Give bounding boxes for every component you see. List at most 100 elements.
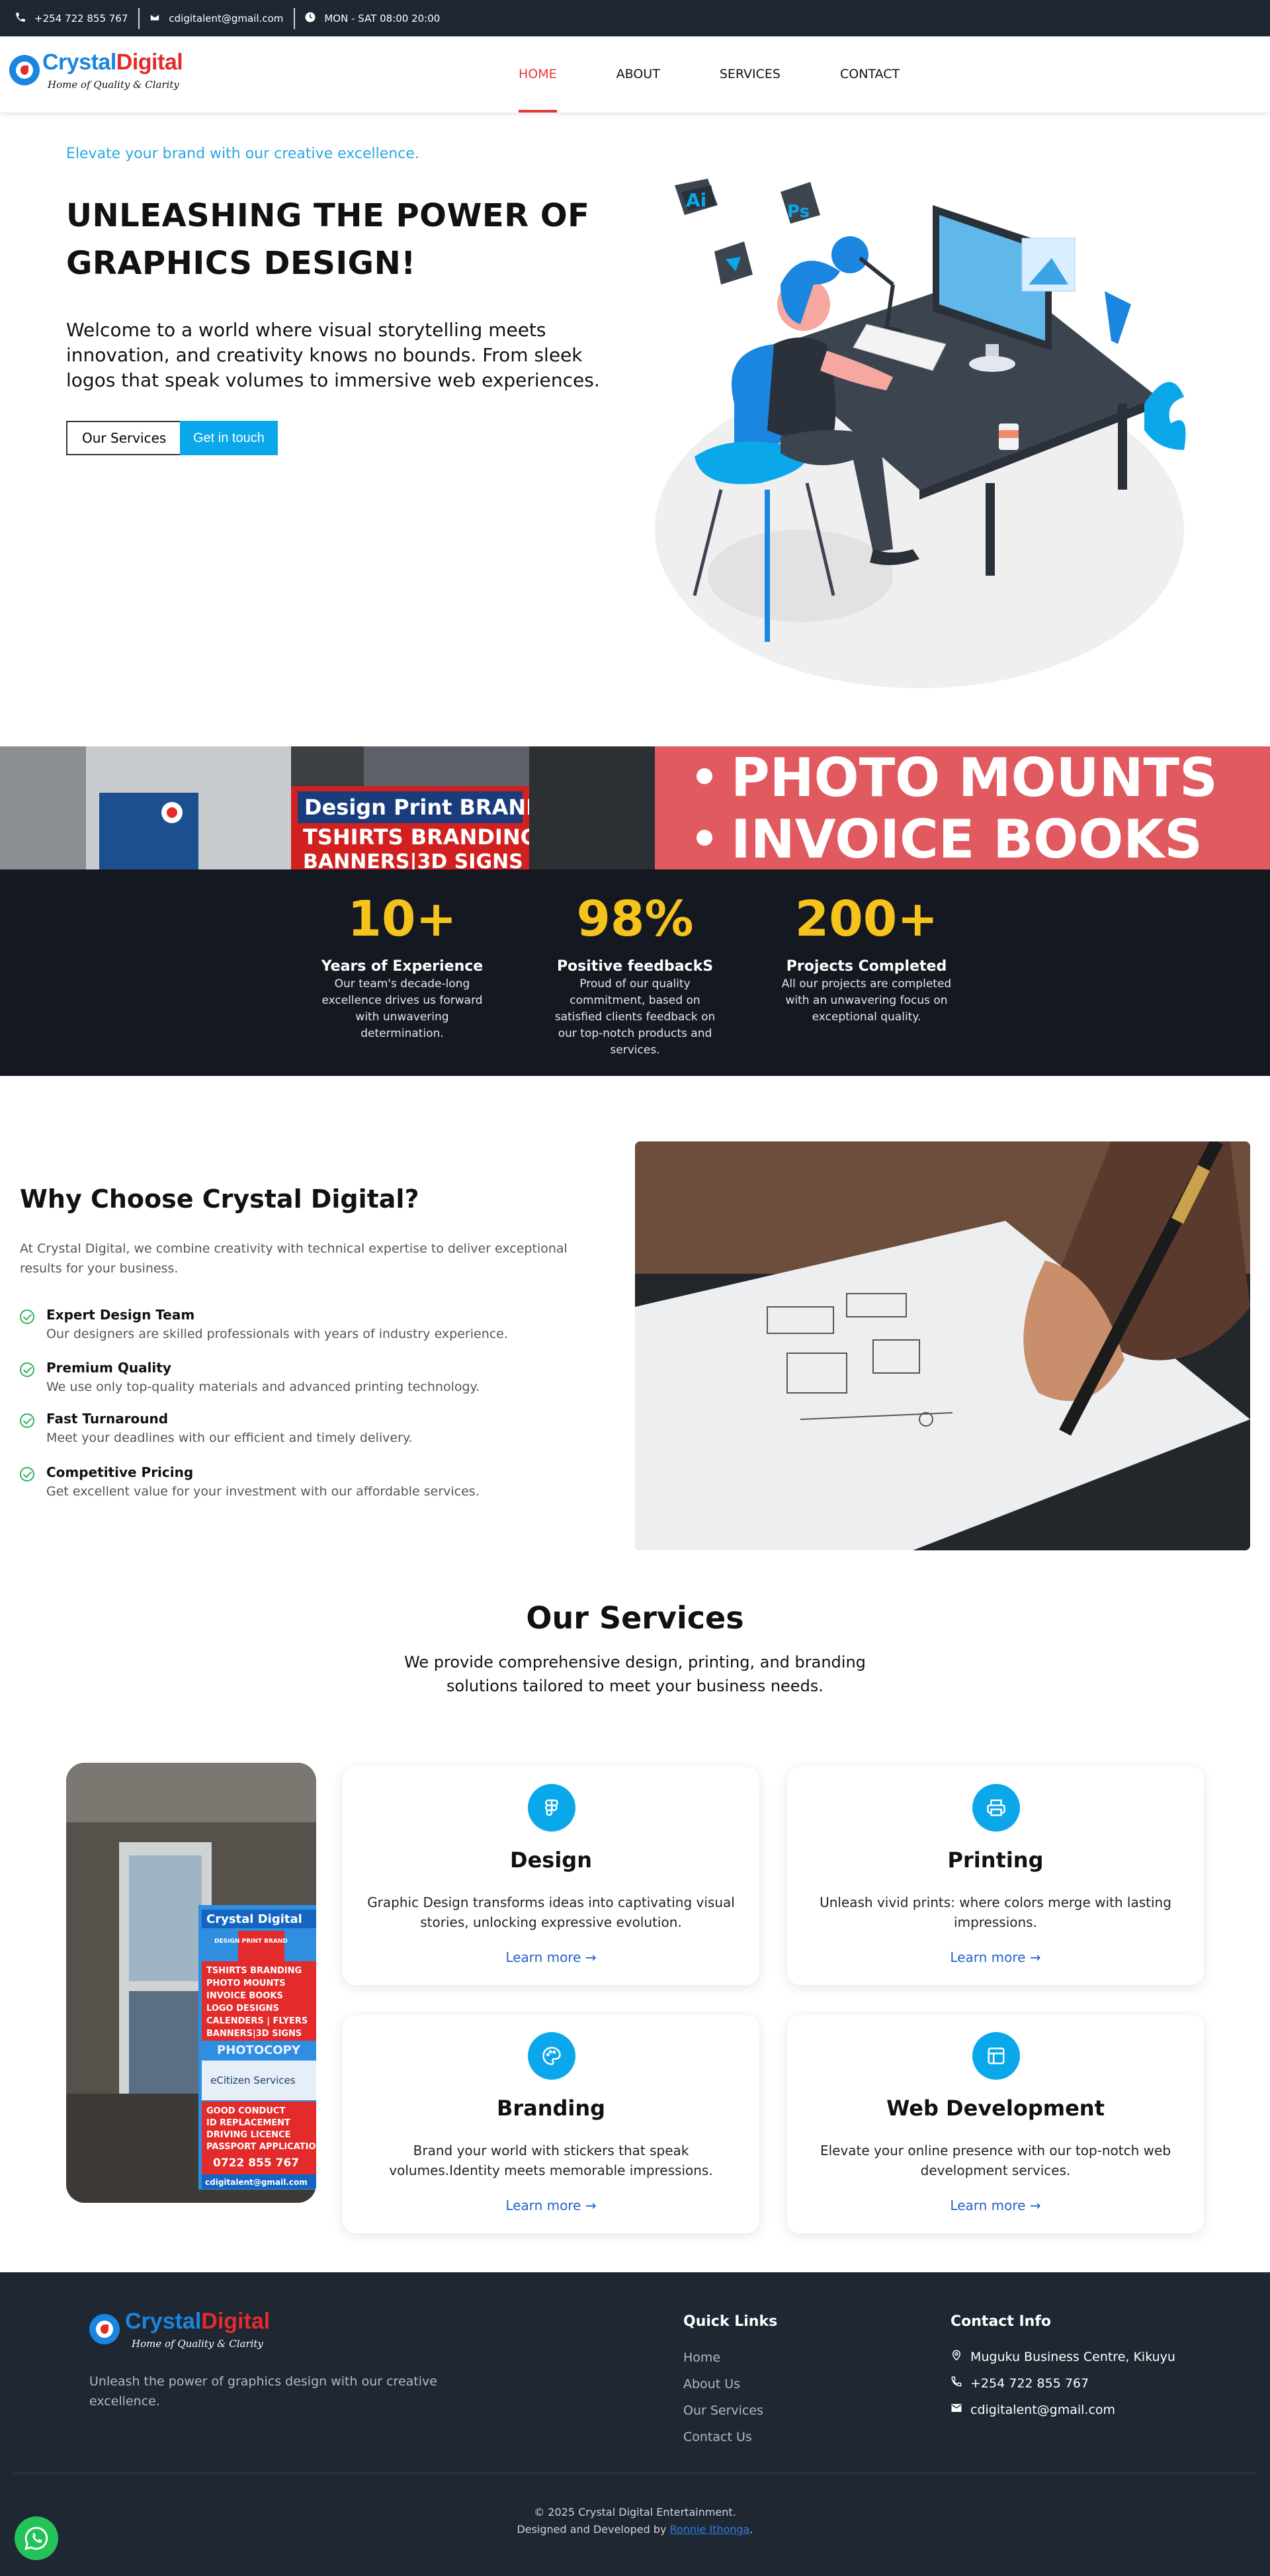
topbar-phone-text: +254 722 855 767: [34, 12, 128, 24]
svg-text:PHOTO MOUNTS: PHOTO MOUNTS: [206, 1978, 286, 1988]
service-card-branding: Branding Brand your world with stickers …: [343, 2015, 759, 2233]
phone-icon: [15, 11, 26, 26]
footer-copyright: © 2025 Crystal Digital Entertainment. De…: [0, 2504, 1270, 2538]
why-title: Why Choose Crystal Digital?: [20, 1184, 419, 1214]
svg-text:Ps: Ps: [787, 202, 810, 222]
why-item-desc: Get excellent value for your investment …: [46, 1484, 480, 1499]
diamond-cube-icon: [714, 242, 753, 285]
shopfront-banner-photo: Design Print BRAND TSHIRTS BRANDING BANN…: [0, 746, 1270, 869]
svg-text:CALENDERS | FLYERS: CALENDERS | FLYERS: [206, 2016, 308, 2026]
logo-mark-icon: [9, 55, 40, 85]
hero-title: UNLEASHING THE POWER OF GRAPHICS DESIGN!: [66, 197, 590, 282]
stat-projects: 200+ Projects Completed All our projects…: [781, 889, 952, 1026]
why-item-desc: Our designers are skilled professionals …: [46, 1327, 508, 1341]
photoshop-cube-icon: Ps: [781, 182, 820, 224]
site-footer: CrystalDigital Home of Quality & Clarity…: [0, 2272, 1270, 2576]
palette-icon: [528, 2032, 575, 2080]
top-info-bar: +254 722 855 767 cdigitalent@gmail.com M…: [0, 0, 1270, 36]
why-item-desc: Meet your deadlines with our efficient a…: [46, 1431, 413, 1445]
topbar-email[interactable]: cdigitalent@gmail.com: [149, 11, 294, 26]
stat-description: Our team's decade-long excellence drives…: [321, 977, 483, 1040]
footer-link-services[interactable]: Our Services: [683, 2403, 763, 2418]
topbar-hours: MON - SAT 08:00 20:00: [304, 11, 450, 26]
service-card-desc: Unleash vivid prints: where colors merge…: [820, 1894, 1171, 1930]
svg-text:PASSPORT APPLICATION: PASSPORT APPLICATION: [206, 2142, 316, 2152]
mail-icon: [951, 2402, 962, 2417]
svg-text:INVOICE BOOKS: INVOICE BOOKS: [731, 809, 1203, 869]
service-card-title: Web Development: [886, 2096, 1105, 2121]
why-item-title: Expert Design Team: [46, 1307, 195, 1323]
service-card-desc: Brand your world with stickers that spea…: [389, 2143, 713, 2178]
check-circle-icon: [20, 1362, 34, 1377]
stat-label: Years of Experience: [321, 958, 484, 975]
footer-link-contact[interactable]: Contact Us: [683, 2430, 752, 2444]
quick-links-title: Quick Links: [683, 2313, 778, 2330]
service-card-desc: Elevate your online presence with our to…: [820, 2143, 1171, 2178]
shop-signboard-photo: Crystal Digital DESIGN PRINT BRAND TSHIR…: [66, 1763, 316, 2203]
footer-phone[interactable]: +254 722 855 767: [951, 2376, 1089, 2391]
why-intro: At Crystal Digital, we combine creativit…: [20, 1241, 568, 1276]
arrow-right-icon: →: [585, 1949, 597, 1965]
printer-icon: [972, 1784, 1020, 1832]
services-title: Our Services: [526, 1600, 744, 1636]
main-nav: HOME ABOUT SERVICES CONTACT: [503, 36, 943, 112]
our-services-button[interactable]: Our Services: [66, 421, 183, 455]
stat-description: All our projects are completed with an u…: [781, 977, 952, 1024]
map-pin-icon: [951, 2349, 962, 2364]
service-card-web-development: Web Development Elevate your online pres…: [787, 2015, 1204, 2233]
hero-illustration: Ai Ps: [655, 179, 1191, 688]
arrow-right-icon: →: [1029, 2198, 1041, 2213]
contact-info-title: Contact Info: [951, 2313, 1052, 2330]
stat-label: Positive feedbackS: [556, 958, 714, 975]
nav-services[interactable]: SERVICES: [704, 36, 796, 112]
services-subtitle: We provide comprehensive design, printin…: [404, 1653, 866, 1695]
arrow-right-icon: →: [1029, 1949, 1041, 1965]
copyright-text: © 2025 Crystal Digital Entertainment.: [534, 2506, 736, 2518]
whatsapp-button[interactable]: [15, 2516, 58, 2560]
layout-icon: [972, 2032, 1020, 2080]
learn-more-link[interactable]: Learn more →: [343, 1949, 759, 1965]
learn-more-link[interactable]: Learn more →: [343, 2198, 759, 2213]
learn-more-link[interactable]: Learn more →: [787, 1949, 1204, 1965]
service-card-desc: Graphic Design transforms ideas into cap…: [367, 1894, 735, 1930]
stat-number: 98%: [576, 891, 694, 948]
topbar-phone[interactable]: +254 722 855 767: [15, 11, 138, 26]
svg-text:GOOD CONDUCT: GOOD CONDUCT: [206, 2106, 285, 2116]
svg-text:eCitizen Services: eCitizen Services: [210, 2074, 296, 2086]
illustrator-cube-icon: Ai: [675, 179, 718, 215]
svg-text:cdigitalent@gmail.com: cdigitalent@gmail.com: [205, 2178, 308, 2187]
footer-email[interactable]: cdigitalent@gmail.com: [951, 2402, 1115, 2417]
nav-home[interactable]: HOME: [503, 36, 573, 112]
svg-text:Ai: Ai: [686, 189, 706, 211]
author-link[interactable]: Ronnie Ithonga: [670, 2523, 750, 2536]
footer-link-home[interactable]: Home: [683, 2350, 720, 2365]
stat-number: 200+: [794, 891, 939, 948]
stat-number: 10+: [347, 891, 457, 948]
svg-text:DESIGN PRINT BRAND: DESIGN PRINT BRAND: [214, 1938, 288, 1945]
nav-contact[interactable]: CONTACT: [824, 36, 915, 112]
figma-icon: [528, 1784, 575, 1832]
check-circle-icon: [20, 1467, 34, 1482]
check-circle-icon: [20, 1310, 34, 1324]
why-item-title: Premium Quality: [46, 1360, 171, 1376]
check-circle-icon: [20, 1413, 34, 1428]
divider: [294, 7, 296, 29]
nav-about[interactable]: ABOUT: [601, 36, 676, 112]
service-card-design: Design Graphic Design transforms ideas i…: [343, 1767, 759, 1985]
footer-link-about[interactable]: About Us: [683, 2377, 740, 2391]
learn-more-link[interactable]: Learn more →: [787, 2198, 1204, 2213]
logo-name: CrystalDigital: [42, 50, 183, 75]
site-logo[interactable]: CrystalDigital Home of Quality & Clarity: [9, 50, 194, 97]
get-in-touch-button[interactable]: Get in touch: [180, 421, 278, 455]
svg-text:BANNERS|3D SIGNS: BANNERS|3D SIGNS: [303, 850, 523, 869]
footer-address: Muguku Business Centre, Kikuyu: [951, 2349, 1175, 2364]
mail-icon: [149, 11, 161, 26]
phone-icon: [951, 2376, 962, 2391]
why-item-title: Fast Turnaround: [46, 1411, 169, 1427]
stats-section: 10+ Years of Experience Our team's decad…: [0, 869, 1270, 1076]
svg-text:PHOTO MOUNTS: PHOTO MOUNTS: [731, 747, 1218, 809]
logo-tagline: Home of Quality & Clarity: [48, 79, 179, 91]
service-card-printing: Printing Unleash vivid prints: where col…: [787, 1767, 1204, 1985]
site-header: CrystalDigital Home of Quality & Clarity…: [0, 36, 1270, 112]
footer-logo[interactable]: CrystalDigital Home of Quality & Clarity: [89, 2309, 314, 2356]
